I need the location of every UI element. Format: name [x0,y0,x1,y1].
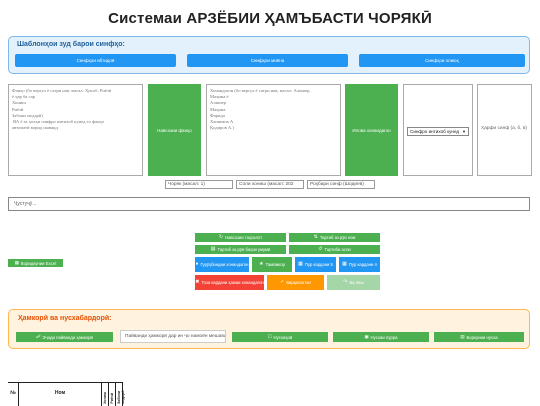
excel-import-button[interactable]: ▦ Воридкунии Excel [8,259,63,267]
save-copy-label: Нусхаи пурра [370,334,398,340]
table-header-number: № [10,390,16,396]
update-subjects-button[interactable]: Навсозии фанҳо [148,84,201,176]
chart-icon: ▤ [210,246,216,252]
class-select-container: Синфро интихоб кунед ▼ [403,84,473,176]
table-header-subject-3: Забони модарӣ [115,383,125,406]
grid-icon: ▦ [298,261,303,267]
refresh-results-label: Навсозии таҳсилот [225,235,263,240]
load-copy-label: Боркунии нусха [466,334,498,340]
sort-by-name-button[interactable]: ⇅ Тартиб аз рӯи ном [289,233,380,242]
restore-button[interactable]: ✓ Барқасохтан [267,275,324,290]
subjects-textarea[interactable] [8,84,143,176]
redo-label: Ба пеш [349,280,364,285]
class-select-value: Синфро интихоб кунед [410,129,460,134]
fill-5-button[interactable]: ▦ Пур кардани 5 [295,257,336,272]
copy-button[interactable]: ☐ Нусхаҳоӣ [232,332,328,342]
group-students-label: Гурӯҳбандии хонандагон [200,262,249,267]
page-title: Системаи АРЗЁБИИ ҲАМЪБАСТИ ЧОРЯКӢ [108,10,432,27]
group-students-button[interactable]: ● Гурӯҳбандии хонандагон [195,257,249,272]
table-header-subject-1-label: Хониш [103,392,107,404]
reset-icon: ↺ [318,246,323,252]
fill-4-button[interactable]: ▦ Пур кардани 4 [339,257,380,272]
save-copy-button[interactable]: ▣ Нусхаи пурра [333,332,429,342]
copy-label: Нусхаҳоӣ [273,334,293,340]
create-collab-link-button[interactable]: ☍ Эҷоди пайванди ҳамкорӣ [16,332,113,342]
excel-icon: ▦ [14,260,19,265]
close-icon: ✖ [195,279,200,285]
check-icon: ✓ [280,279,285,285]
add-students-button[interactable]: Илова хонандагон [345,84,398,176]
sort-by-average-label: Тартиб аз рӯи баҳои умумӣ [217,247,271,252]
sort-by-average-button[interactable]: ▤ Тартиб аз рӯи баҳои умумӣ [195,245,286,254]
create-collab-link-label: Эҷоди пайванди ҳамкорӣ [42,334,93,340]
collaboration-panel: Ҳамкорӣ ва нусхабардорӣ: ☍ Эҷоди пайванд… [8,309,530,349]
template-middle-button[interactable]: Синфҳои миёна [187,54,348,67]
table-header-name: Ном [18,383,101,406]
copy-icon: ☐ [267,334,272,339]
template-high-button[interactable]: Синфҳои олиюҳ [359,54,525,67]
complete-label: Тамомкор [265,262,285,267]
class-select[interactable]: Синфро интихоб кунед ▼ [407,127,469,136]
table-header-subject-3-label: Забони модарӣ [117,390,125,404]
tools-grid: ↻ Навсозии таҳсилот ⇅ Тартиб аз рӯи ном ▤ Т… [195,233,380,291]
grid-icon: ▦ [342,261,347,267]
original-order-button[interactable]: ↺ Тартиби асли [289,245,380,254]
fill-4-label: Пур кардани 4 [348,262,377,267]
clear-all-students-label: Тоза кардани ҳамаи хонандагон [201,280,264,285]
refresh-results-button[interactable]: ↻ Навсозии таҳсилот [195,233,286,242]
table-header-subject-2-label: Риёзӣ [110,393,114,404]
redo-button[interactable]: ↷ Ба пеш [327,275,380,290]
fill-5-label: Пур кардани 5 [304,262,333,267]
students-textarea[interactable] [206,84,341,176]
refresh-icon: ↻ [218,234,224,240]
template-primary-button[interactable]: Синфҳои ибтидоӣ [15,54,176,67]
star-icon: ★ [259,261,264,267]
table-header-subject-2: Риёзӣ [108,383,115,406]
complete-button[interactable]: ★ Тамомкор [252,257,292,272]
collaboration-heading: Ҳамкорӣ ва нусхабардорӣ: [18,315,112,322]
year-input[interactable]: Соли хониш (масал: 202 [236,180,304,189]
folder-icon: ▤ [460,334,465,339]
chevron-down-icon: ▼ [462,129,466,134]
templates-heading: Шаблонҳои зуд барои синфҳо: [17,41,125,48]
redo-icon: ↷ [343,279,348,285]
clear-all-students-button[interactable]: ✖ Тоза кардани ҳамаи хонандагон [195,275,264,290]
class-letter-input[interactable]: Ҳарфи синф (а, б, в) [477,84,532,176]
quarter-input[interactable]: Чоряк (масал: 1) [165,180,233,189]
templates-panel: Шаблонҳои зуд барои синфҳо: Синфҳои ибти… [8,36,530,74]
load-copy-button[interactable]: ▤ Боркунии нусха [434,332,524,342]
group-icon: ● [195,261,199,267]
leader-input[interactable]: Роҳбари синф (Шодиев) [307,180,375,189]
search-input[interactable]: Ҷустуҷӯ... [8,197,530,211]
restore-label: Барқасохтан [286,280,311,285]
grades-table: № Ном Хониш Риёзӣ Забони модарӣ [8,382,125,406]
excel-import-label: Воридкунии Excel [20,260,57,266]
collab-link-field[interactable]: Пайванди ҳамкорӣ дар ин ҷо намоён мешава… [120,330,226,343]
sort-icon: ⇅ [313,234,318,240]
sort-by-name-label: Тартиб аз рӯи ном [319,235,356,240]
link-icon: ☍ [36,334,41,339]
original-order-label: Тартиби асли [324,247,351,252]
table-header-subject-1: Хониш [101,383,108,406]
save-icon: ▣ [364,334,369,339]
